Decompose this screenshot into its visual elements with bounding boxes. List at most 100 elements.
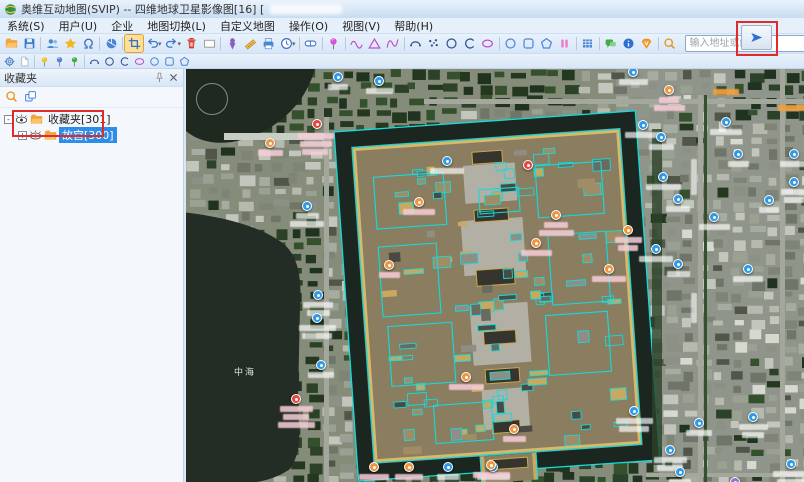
poi-marker-blue[interactable] bbox=[675, 467, 685, 477]
ellipse-icon[interactable] bbox=[132, 55, 147, 68]
building-icon[interactable] bbox=[579, 35, 597, 52]
poi-marker-orange[interactable] bbox=[404, 462, 414, 472]
print-icon[interactable] bbox=[259, 35, 277, 52]
delete-icon[interactable] bbox=[182, 35, 200, 52]
history-clock-icon-dropdown[interactable]: ▾ bbox=[292, 40, 296, 48]
info-icon[interactable] bbox=[620, 35, 638, 52]
circle-icon[interactable] bbox=[102, 55, 117, 68]
poi-marker-orange[interactable] bbox=[623, 225, 633, 235]
poi-marker-blue[interactable] bbox=[733, 149, 743, 159]
parallel-bars-icon[interactable] bbox=[556, 35, 574, 52]
compass-gear-icon[interactable] bbox=[2, 55, 17, 68]
poi-marker-blue[interactable] bbox=[442, 156, 452, 166]
tree-item[interactable]: + 故宫[300] bbox=[0, 127, 183, 143]
poi-marker-blue[interactable] bbox=[789, 177, 799, 187]
tree-item[interactable]: - 收藏夹[301] bbox=[0, 111, 183, 127]
poi-marker-blue[interactable] bbox=[694, 418, 704, 428]
poi-marker-orange[interactable] bbox=[509, 424, 519, 434]
pushpin-yellow-icon[interactable] bbox=[37, 55, 52, 68]
poi-marker-blue[interactable] bbox=[789, 149, 799, 159]
menu-item[interactable]: 视图(V) bbox=[335, 18, 387, 34]
poi-marker-blue[interactable] bbox=[743, 264, 753, 274]
dock-pin-icon[interactable] bbox=[154, 72, 165, 83]
menu-item[interactable]: 帮助(H) bbox=[387, 18, 440, 34]
polygon-icon[interactable] bbox=[366, 35, 384, 52]
rounded-rect-icon[interactable] bbox=[520, 35, 538, 52]
map-viewport[interactable]: 中海 bbox=[186, 69, 804, 482]
select-rect-icon[interactable] bbox=[200, 35, 218, 52]
favorites-star-icon[interactable] bbox=[61, 35, 79, 52]
menu-item[interactable]: 企业 bbox=[104, 18, 140, 34]
poi-marker-orange[interactable] bbox=[265, 138, 275, 148]
link-copy-icon[interactable] bbox=[24, 88, 37, 107]
arc-icon[interactable] bbox=[407, 35, 425, 52]
poi-marker-blue[interactable] bbox=[721, 117, 731, 127]
visibility-eye-icon[interactable] bbox=[15, 113, 28, 126]
circle-blue-icon[interactable] bbox=[147, 55, 162, 68]
redo-icon-dropdown[interactable]: ▾ bbox=[178, 40, 182, 48]
tree-expander[interactable]: + bbox=[18, 131, 27, 140]
globe-pie-icon[interactable] bbox=[102, 35, 120, 52]
tree-expander[interactable]: - bbox=[4, 115, 13, 124]
poi-marker-red[interactable] bbox=[523, 160, 533, 170]
tree-item-label[interactable]: 故宫[300] bbox=[59, 127, 117, 143]
search-go-button[interactable] bbox=[741, 25, 772, 50]
poi-marker-purple[interactable] bbox=[730, 477, 740, 482]
poi-marker-orange[interactable] bbox=[414, 197, 424, 207]
poi-marker-orange[interactable] bbox=[551, 210, 561, 220]
poi-marker-red[interactable] bbox=[312, 119, 322, 129]
open-arc-icon[interactable] bbox=[461, 35, 479, 52]
poi-marker-blue[interactable] bbox=[764, 195, 774, 205]
search-icon[interactable] bbox=[5, 88, 18, 107]
poi-marker-blue[interactable] bbox=[316, 360, 326, 370]
users-icon[interactable] bbox=[43, 35, 61, 52]
menu-item[interactable]: 用户(U) bbox=[52, 18, 105, 34]
rounded-rect-icon[interactable] bbox=[162, 55, 177, 68]
poi-marker-orange[interactable] bbox=[461, 372, 471, 382]
measure-ruler-icon[interactable] bbox=[241, 35, 259, 52]
poi-marker-blue[interactable] bbox=[748, 412, 758, 422]
new-page-icon[interactable] bbox=[17, 55, 32, 68]
circle-icon[interactable] bbox=[443, 35, 461, 52]
menu-item[interactable]: 自定义地图 bbox=[213, 18, 282, 34]
poi-marker-blue[interactable] bbox=[651, 244, 661, 254]
scatter-icon[interactable] bbox=[425, 35, 443, 52]
chat-icon[interactable] bbox=[602, 35, 620, 52]
poi-marker-orange[interactable] bbox=[369, 462, 379, 472]
vip-diamond-icon[interactable] bbox=[638, 35, 656, 52]
crop-region-icon[interactable] bbox=[125, 35, 143, 52]
poi-marker-blue[interactable] bbox=[673, 194, 683, 204]
poi-marker-blue[interactable] bbox=[629, 406, 639, 416]
poi-marker-blue[interactable] bbox=[656, 132, 666, 142]
pentagon-icon[interactable] bbox=[177, 55, 192, 68]
save-icon[interactable] bbox=[20, 35, 38, 52]
poi-marker-orange[interactable] bbox=[486, 460, 496, 470]
poi-marker-blue[interactable] bbox=[673, 259, 683, 269]
poi-marker-blue[interactable] bbox=[638, 120, 648, 130]
tree-item-label[interactable]: 收藏夹[301] bbox=[45, 111, 114, 127]
poi-marker-blue[interactable] bbox=[786, 459, 796, 469]
visibility-eye-icon[interactable] bbox=[29, 129, 42, 142]
poi-marker-blue[interactable] bbox=[443, 462, 453, 472]
undo-icon-dropdown[interactable]: ▾ bbox=[158, 40, 162, 48]
poi-marker-blue[interactable] bbox=[709, 212, 719, 222]
search-icon[interactable] bbox=[661, 35, 679, 52]
poi-marker-blue[interactable] bbox=[313, 290, 323, 300]
capsule-icon[interactable] bbox=[302, 35, 320, 52]
poi-marker-blue[interactable] bbox=[658, 172, 668, 182]
open-arc-icon[interactable] bbox=[117, 55, 132, 68]
track-omega-icon[interactable] bbox=[79, 35, 97, 52]
poi-marker-blue[interactable] bbox=[665, 445, 675, 455]
poi-marker-blue[interactable] bbox=[333, 72, 343, 82]
poi-marker-blue[interactable] bbox=[312, 313, 322, 323]
pentagon-icon[interactable] bbox=[538, 35, 556, 52]
poi-marker-orange[interactable] bbox=[384, 260, 394, 270]
poi-marker-blue[interactable] bbox=[374, 76, 384, 86]
ellipse-icon[interactable] bbox=[479, 35, 497, 52]
curve-icon[interactable] bbox=[384, 35, 402, 52]
menu-item[interactable]: 操作(O) bbox=[282, 18, 335, 34]
poi-marker-orange[interactable] bbox=[604, 264, 614, 274]
polyline-icon[interactable] bbox=[348, 35, 366, 52]
poi-marker-orange[interactable] bbox=[531, 238, 541, 248]
pushpin-green-icon[interactable] bbox=[67, 55, 82, 68]
